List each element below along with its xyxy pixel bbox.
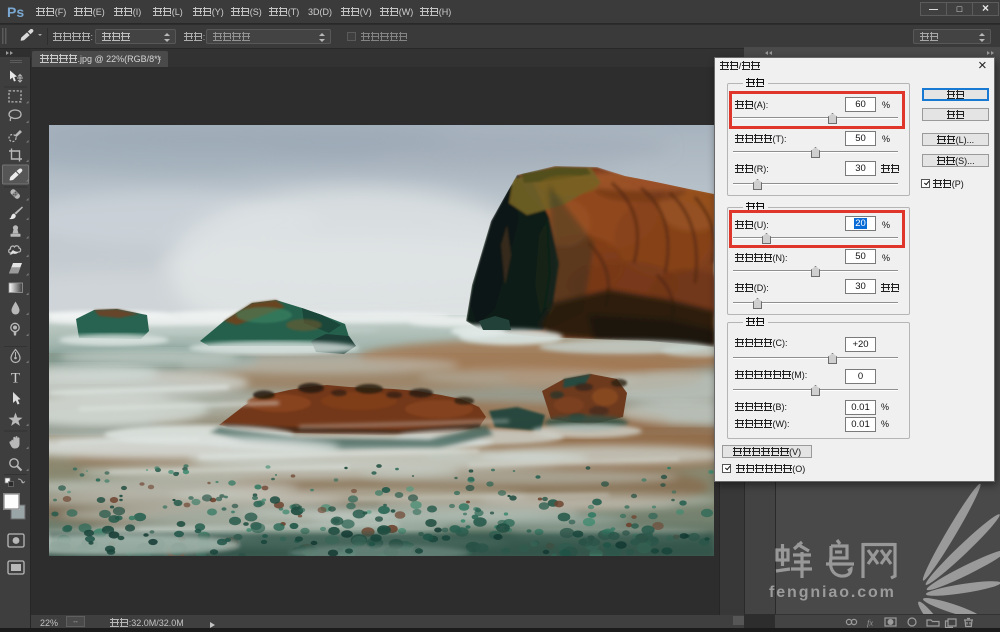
svg-text:fx: fx [867,618,873,628]
svg-text:T: T [11,371,20,387]
